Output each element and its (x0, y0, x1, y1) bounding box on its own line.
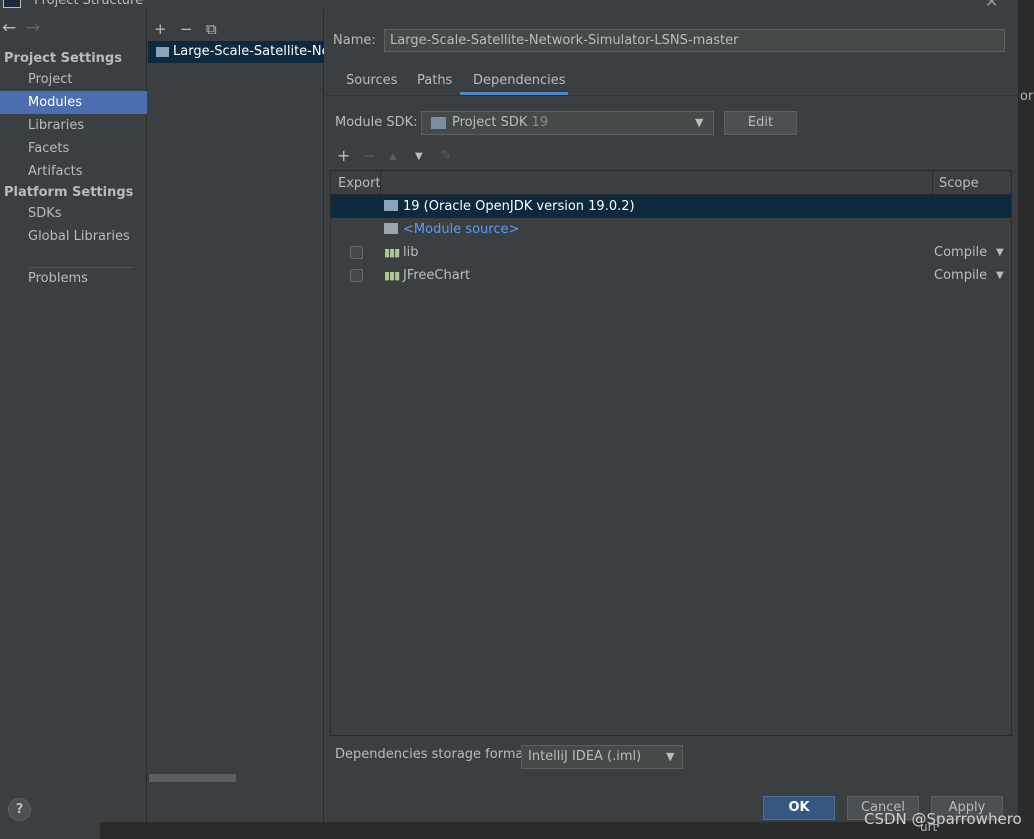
scope-value[interactable]: Compile (934, 264, 987, 287)
column-divider (380, 171, 381, 195)
dependency-name: JFreeChart (403, 268, 471, 283)
chevron-down-icon: ▼ (666, 750, 675, 763)
ok-button[interactable]: OK (763, 796, 835, 820)
intellij-logo-icon (3, 0, 21, 8)
module-source-folder-icon (384, 223, 398, 234)
export-checkbox[interactable] (350, 269, 363, 282)
forward-arrow-icon[interactable]: → (26, 18, 40, 38)
help-button[interactable]: ? (8, 798, 31, 821)
library-icon: ▮▮▮ (384, 246, 400, 259)
tab-strip-divider (325, 95, 1018, 96)
platform-settings-heading: Platform Settings (4, 185, 134, 200)
sdk-folder-icon (384, 200, 398, 211)
modules-list-panel: + − ⧉ Large-Scale-Satellite-Netw (148, 10, 324, 822)
library-icon: ▮▮▮ (384, 269, 400, 282)
nav-item-facets[interactable]: Facets (0, 137, 147, 160)
table-header: Export Scope (331, 171, 1011, 195)
back-arrow-icon[interactable]: ← (2, 18, 16, 38)
watermark: CSDN @Sparrowhero (864, 810, 1022, 828)
move-down-icon[interactable]: ▼ (415, 151, 423, 162)
dependencies-table: Export Scope 19 (Oracle OpenJDK version … (330, 170, 1012, 736)
module-folder-icon (156, 46, 169, 57)
tab-dependencies[interactable]: Dependencies (460, 73, 568, 95)
column-scope[interactable]: Scope (939, 176, 979, 191)
column-export[interactable]: Export (338, 176, 381, 191)
column-divider (932, 171, 933, 195)
copy-module-icon[interactable]: ⧉ (206, 20, 217, 38)
module-name-input[interactable]: Large-Scale-Satellite-Network-Simulator-… (384, 29, 1005, 52)
add-dependency-icon[interactable]: + (337, 146, 350, 165)
add-module-icon[interactable]: + (154, 20, 167, 38)
sdk-folder-icon (431, 117, 446, 129)
edit-dependency-icon[interactable]: ✎ (440, 148, 452, 164)
chevron-down-icon[interactable]: ▼ (996, 264, 1004, 287)
dependency-name: 19 (Oracle OpenJDK version 19.0.2) (403, 199, 635, 214)
dependencies-toolbar: + − ▲ ▼ ✎ (330, 145, 1011, 169)
dependency-name: lib (403, 245, 419, 260)
tab-sources[interactable]: Sources (346, 73, 397, 95)
scope-value[interactable]: Compile (934, 241, 987, 264)
table-row[interactable]: 19 (Oracle OpenJDK version 19.0.2) (331, 195, 1011, 218)
move-up-icon[interactable]: ▲ (389, 151, 397, 162)
storage-format-select[interactable]: IntelliJ IDEA (.iml) ▼ (521, 745, 683, 769)
dependency-name: <Module source> (403, 222, 520, 237)
name-label: Name: (333, 33, 376, 48)
nav-item-modules[interactable]: Modules (0, 91, 147, 114)
background-editor-right (1018, 0, 1034, 839)
chevron-down-icon[interactable]: ▼ (996, 241, 1004, 264)
nav-item-sdks[interactable]: SDKs (0, 202, 147, 225)
horizontal-scrollbar[interactable] (149, 774, 236, 782)
chevron-down-icon: ▼ (695, 116, 704, 129)
nav-item-global-libraries[interactable]: Global Libraries (0, 225, 147, 248)
module-list-label: Large-Scale-Satellite-Netw (173, 44, 324, 59)
sdk-value: Project SDK (452, 115, 528, 130)
nav-item-artifacts[interactable]: Artifacts (0, 160, 147, 183)
settings-nav: ← → Project Settings Project Modules Lib… (0, 10, 147, 822)
nav-item-libraries[interactable]: Libraries (0, 114, 147, 137)
project-settings-heading: Project Settings (4, 51, 122, 66)
title-bar: Project Structure ✕ (0, 0, 1018, 11)
storage-format-label: Dependencies storage format: (335, 747, 533, 762)
sdk-version: 19 (531, 115, 549, 130)
table-row[interactable]: ▮▮▮ lib Compile ▼ (331, 241, 1011, 264)
table-row[interactable]: <Module source> (331, 218, 1011, 241)
table-row[interactable]: ▮▮▮ JFreeChart Compile ▼ (331, 264, 1011, 287)
module-list-item[interactable]: Large-Scale-Satellite-Netw (148, 41, 324, 63)
nav-item-project[interactable]: Project (0, 68, 147, 91)
remove-dependency-icon[interactable]: − (363, 146, 376, 165)
nav-item-problems[interactable]: Problems (0, 267, 147, 290)
window-title: Project Structure (34, 0, 144, 8)
module-sdk-label: Module SDK: (335, 115, 418, 130)
export-checkbox[interactable] (350, 246, 363, 259)
edit-sdk-button[interactable]: Edit (724, 111, 797, 135)
module-settings-panel: Name: Large-Scale-Satellite-Network-Simu… (325, 10, 1018, 822)
storage-format-value: IntelliJ IDEA (.iml) (528, 749, 642, 764)
remove-module-icon[interactable]: − (180, 20, 193, 38)
background-text-fragment: ork (1020, 89, 1034, 104)
module-sdk-select[interactable]: Project SDK 19 ▼ (421, 111, 714, 135)
tab-paths[interactable]: Paths (417, 73, 452, 95)
